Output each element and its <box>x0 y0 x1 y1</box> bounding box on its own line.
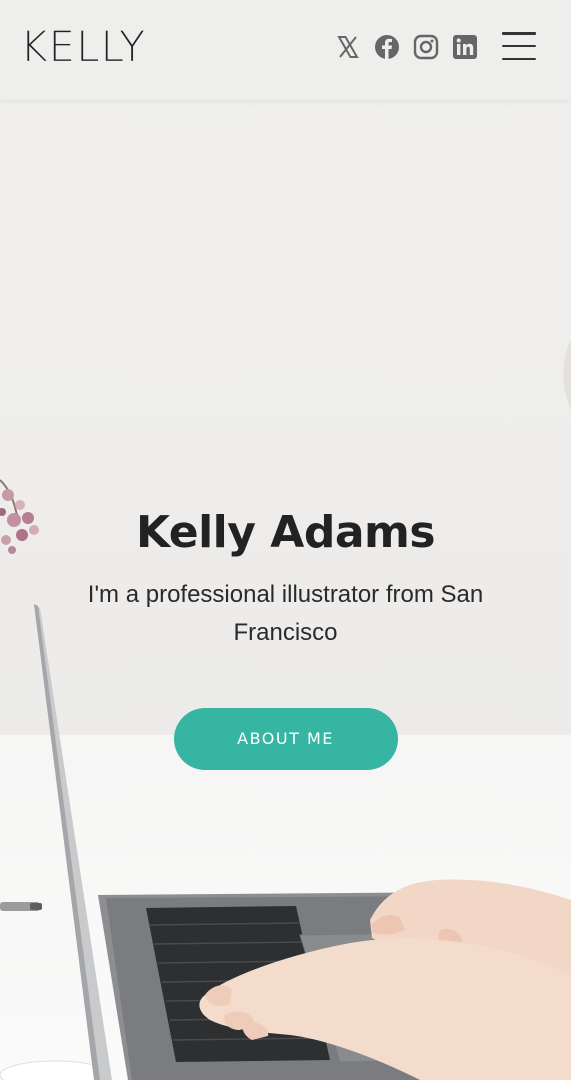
facebook-icon[interactable] <box>373 33 401 61</box>
about-me-button[interactable]: ABOUT ME <box>173 708 398 770</box>
hero-subtitle: I'm a professional illustrator from San … <box>87 581 484 646</box>
hero-content: Kelly Adams I'm a professional illustrat… <box>0 500 571 770</box>
site-header: KELLY <box>0 0 571 100</box>
linkedin-icon[interactable] <box>451 33 479 61</box>
hero-title: Kelly Adams <box>135 507 436 558</box>
menu-bar <box>502 57 536 60</box>
social-links <box>334 32 490 62</box>
menu-bar <box>502 44 536 48</box>
instagram-icon[interactable] <box>412 33 440 61</box>
hamburger-menu-icon[interactable] <box>502 30 536 62</box>
site-logo[interactable]: KELLY <box>20 22 146 72</box>
x-icon[interactable] <box>334 33 362 61</box>
menu-bar <box>502 32 536 35</box>
